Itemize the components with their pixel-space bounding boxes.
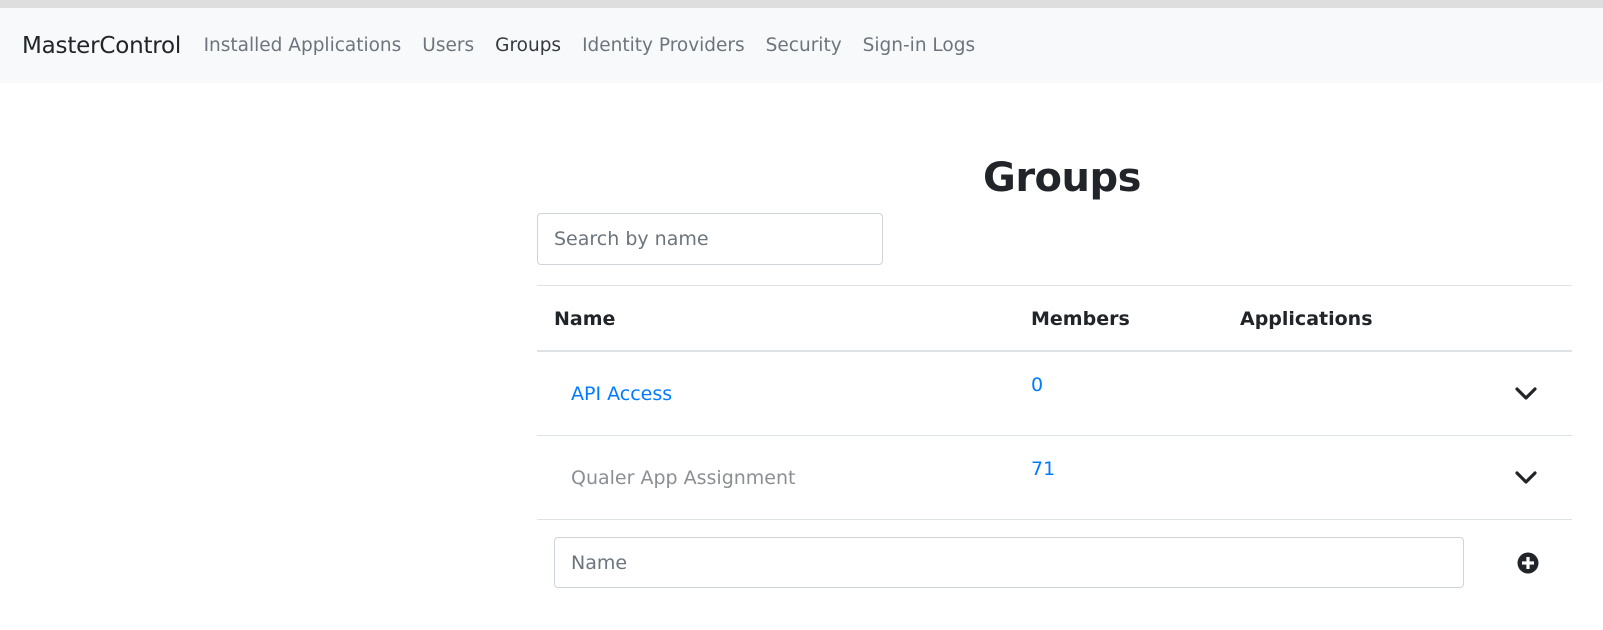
nav-item-installed-applications[interactable]: Installed Applications [193,35,412,56]
group-members-count[interactable]: 71 [1031,458,1055,480]
search-input[interactable] [537,213,883,265]
new-group-name-input[interactable] [554,537,1464,588]
page-title: Groups [983,155,1141,201]
groups-table: Name Members Applications API Access 0 Q… [537,285,1572,592]
plus-circle-icon[interactable] [1517,552,1539,574]
nav-item-users[interactable]: Users [412,35,485,56]
main-content: Groups Name Members Applications API Acc… [0,83,1603,630]
table-row: API Access 0 [537,352,1572,436]
group-members-count[interactable]: 0 [1031,374,1043,396]
add-group-row [537,520,1572,592]
chevron-down-icon[interactable] [1513,467,1539,487]
chevron-down-icon[interactable] [1513,383,1539,403]
top-navbar: MasterControl Installed Applications Use… [0,8,1603,83]
table-row: Qualer App Assignment 71 [537,436,1572,520]
window-top-strip [0,0,1603,8]
table-header: Name Members Applications [537,285,1572,352]
column-header-members: Members [1031,308,1130,330]
column-header-name: Name [554,308,616,330]
nav-item-security[interactable]: Security [755,35,852,56]
nav-item-identity-providers[interactable]: Identity Providers [572,35,756,56]
group-name-link[interactable]: Qualer App Assignment [571,467,795,489]
group-name-link[interactable]: API Access [571,383,672,405]
brand-logo[interactable]: MasterControl [22,33,181,59]
nav-item-sign-in-logs[interactable]: Sign-in Logs [852,35,985,56]
nav-item-groups[interactable]: Groups [485,35,572,56]
column-header-applications: Applications [1240,308,1373,330]
